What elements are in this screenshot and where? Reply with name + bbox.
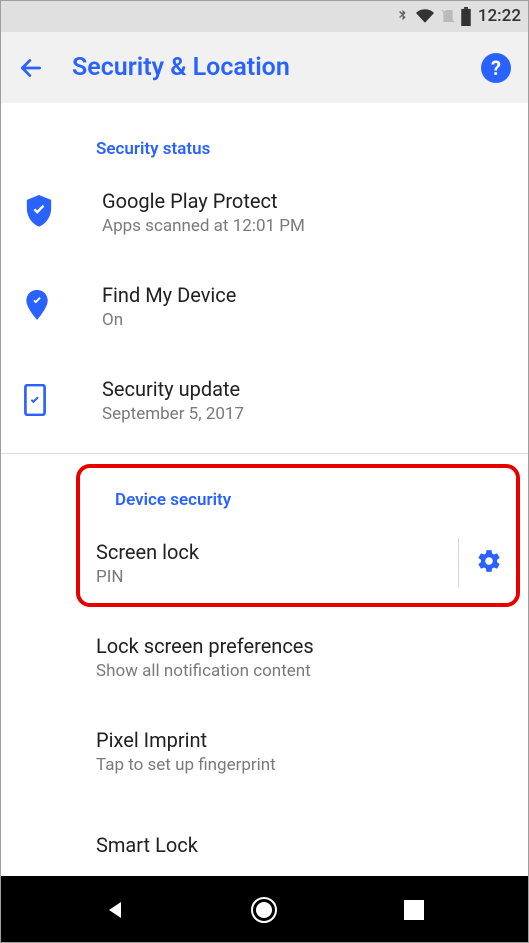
item-title: Lock screen preferences (96, 633, 509, 659)
item-subtitle: Show all notification content (96, 661, 509, 681)
item-lock-screen-preferences[interactable]: Lock screen preferences Show all notific… (0, 610, 529, 704)
section-header-device-security: Device security (0, 454, 529, 516)
gear-icon (476, 548, 502, 578)
item-title: Find My Device (102, 282, 509, 308)
help-button[interactable]: ? (481, 53, 511, 83)
content-area: Security status Google Play Protect Apps… (0, 103, 529, 876)
item-google-play-protect[interactable]: Google Play Protect Apps scanned at 12:0… (0, 165, 529, 259)
item-security-update[interactable]: Security update September 5, 2017 (0, 353, 529, 447)
item-find-my-device[interactable]: Find My Device On (0, 259, 529, 353)
wifi-icon (414, 7, 436, 25)
status-clock: 12:22 (478, 6, 521, 26)
nav-recent-button[interactable] (396, 892, 432, 928)
item-title: Pixel Imprint (96, 727, 509, 753)
section-header-security-status: Security status (0, 103, 529, 165)
shield-check-icon (18, 195, 102, 229)
phone-check-icon (18, 384, 102, 416)
screen-lock-settings-button[interactable] (458, 538, 519, 588)
item-title: Screen lock (96, 539, 450, 565)
back-button[interactable] (18, 55, 62, 81)
item-subtitle: September 5, 2017 (102, 404, 509, 424)
app-bar: Security & Location ? (0, 32, 529, 104)
page-title: Security & Location (62, 53, 481, 82)
item-title: Smart Lock (96, 832, 509, 858)
nav-home-button[interactable] (246, 892, 282, 928)
item-subtitle: Apps scanned at 12:01 PM (102, 216, 509, 236)
item-pixel-imprint[interactable]: Pixel Imprint Tap to set up fingerprint (0, 704, 529, 798)
no-sim-icon (440, 7, 456, 25)
item-subtitle: PIN (96, 567, 450, 587)
navigation-bar (0, 876, 529, 943)
status-bar: 12:22 (0, 0, 529, 32)
location-check-icon (18, 290, 102, 322)
bluetooth-icon (395, 6, 410, 26)
item-subtitle: On (102, 310, 509, 330)
battery-icon (460, 7, 472, 26)
item-title: Security update (102, 376, 509, 402)
item-title: Google Play Protect (102, 188, 509, 214)
item-subtitle: Tap to set up fingerprint (96, 755, 509, 775)
nav-back-button[interactable] (97, 892, 133, 928)
item-smart-lock[interactable]: Smart Lock (0, 798, 529, 876)
item-screen-lock[interactable]: Screen lock PIN (0, 516, 529, 610)
help-icon: ? (491, 56, 501, 80)
